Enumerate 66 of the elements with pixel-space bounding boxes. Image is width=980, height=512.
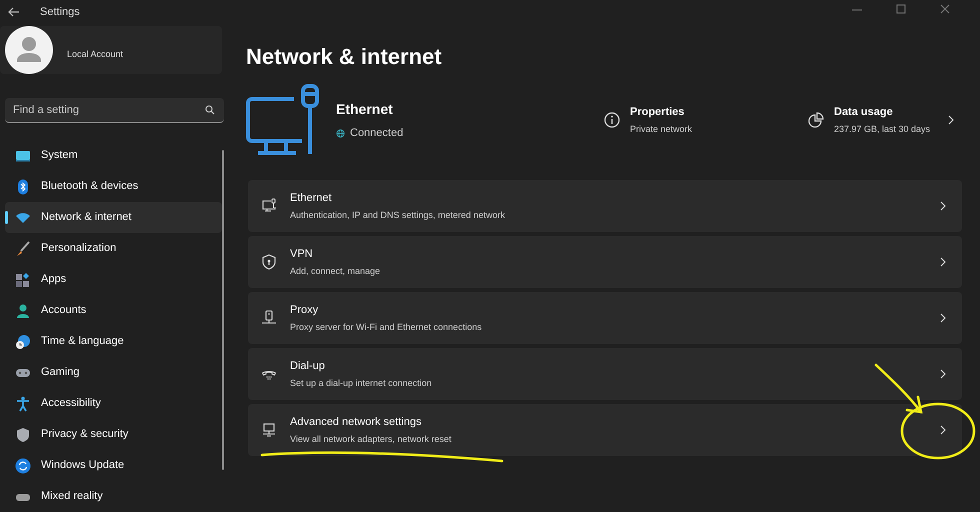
settings-card[interactable]: Dial-up Set up a dial-up internet connection	[248, 348, 962, 400]
sidebar-item[interactable]: System	[5, 140, 222, 171]
chevron-right-icon	[940, 257, 946, 267]
account-name: Local Account	[67, 48, 124, 62]
sidebar-item[interactable]: Personalization	[5, 233, 222, 264]
sidebar-item[interactable]: Gaming	[5, 357, 222, 388]
sidebar-item[interactable]: Windows Update	[5, 450, 222, 481]
shield-icon	[15, 426, 31, 442]
connection-name: Ethernet	[336, 100, 394, 119]
settings-card[interactable]: VPN Add, connect, manage	[248, 236, 962, 288]
sidebar-item[interactable]: Network & internet	[5, 202, 222, 233]
annotation-arrow	[874, 364, 923, 414]
sidebar-item[interactable]: Time & language	[5, 326, 222, 357]
globe-icon	[336, 128, 345, 138]
setting-title: Advanced network settings	[290, 415, 422, 430]
setting-title: VPN	[290, 247, 314, 262]
settings-card[interactable]: Advanced network settings View all network adapters, network reset	[248, 404, 962, 456]
update-icon	[15, 458, 31, 474]
sidebar-item[interactable]: Privacy & security	[5, 419, 222, 450]
close-icon[interactable]	[940, 4, 950, 14]
apps-icon	[15, 272, 31, 288]
maximize-icon[interactable]	[896, 4, 906, 14]
settings-card[interactable]: Ethernet Authentication, IP and DNS settings, metered network	[248, 180, 962, 232]
info-icon	[604, 112, 620, 128]
person-icon	[15, 302, 31, 318]
computer-icon	[261, 422, 277, 438]
search-field[interactable]: Find a setting	[5, 98, 224, 123]
selection-indicator	[5, 211, 8, 224]
server-icon	[261, 310, 277, 326]
account-card[interactable]: Local Account	[0, 26, 222, 74]
chevron-right-icon	[940, 425, 946, 435]
brush-icon	[15, 240, 31, 256]
setting-description: Authentication, IP and DNS settings, metered network	[290, 208, 506, 222]
page-title: Network & internet	[246, 43, 443, 71]
data-usage-button[interactable]: Data usage 237.97 GB, last 30 days	[808, 104, 958, 136]
accessibility-icon	[15, 396, 31, 412]
chevron-right-icon	[940, 369, 946, 379]
monitor-cable-icon	[261, 198, 277, 214]
avatar-icon	[5, 26, 53, 74]
sidebar-item[interactable]: Accounts	[5, 295, 222, 326]
chevron-right-icon	[940, 313, 946, 323]
setting-description: Add, connect, manage	[290, 264, 382, 278]
shield-lock-icon	[261, 254, 277, 270]
bluetooth-icon	[15, 178, 31, 194]
back-arrow-icon[interactable]	[8, 7, 20, 17]
properties-button[interactable]: Properties Private network	[604, 104, 808, 136]
connection-status: Connected	[350, 126, 404, 141]
settings-card[interactable]: Proxy Proxy server for Wi-Fi and Ethernet connections	[248, 292, 962, 344]
setting-title: Dial-up	[290, 359, 326, 374]
chevron-right-icon	[948, 115, 954, 125]
pie-chart-icon	[808, 112, 824, 128]
sidebar-item[interactable]: Mixed reality	[5, 481, 222, 512]
search-icon	[205, 105, 215, 115]
setting-title: Proxy	[290, 303, 320, 318]
setting-description: Set up a dial-up internet connection	[290, 376, 433, 390]
scrollbar[interactable]	[222, 150, 224, 470]
setting-description: Proxy server for Wi-Fi and Ethernet connections	[290, 320, 483, 334]
window-title: Settings	[40, 4, 80, 20]
setting-title: Ethernet	[290, 191, 333, 206]
sidebar-item[interactable]: Apps	[5, 264, 222, 295]
monitor-cable-icon	[246, 83, 322, 157]
sidebar-item[interactable]: Bluetooth & devices	[5, 171, 222, 202]
chevron-right-icon	[940, 201, 946, 211]
globe-clock-icon	[15, 334, 31, 350]
sidebar-item[interactable]: Accessibility	[5, 388, 222, 419]
setting-description: View all network adapters, network reset	[290, 432, 452, 446]
